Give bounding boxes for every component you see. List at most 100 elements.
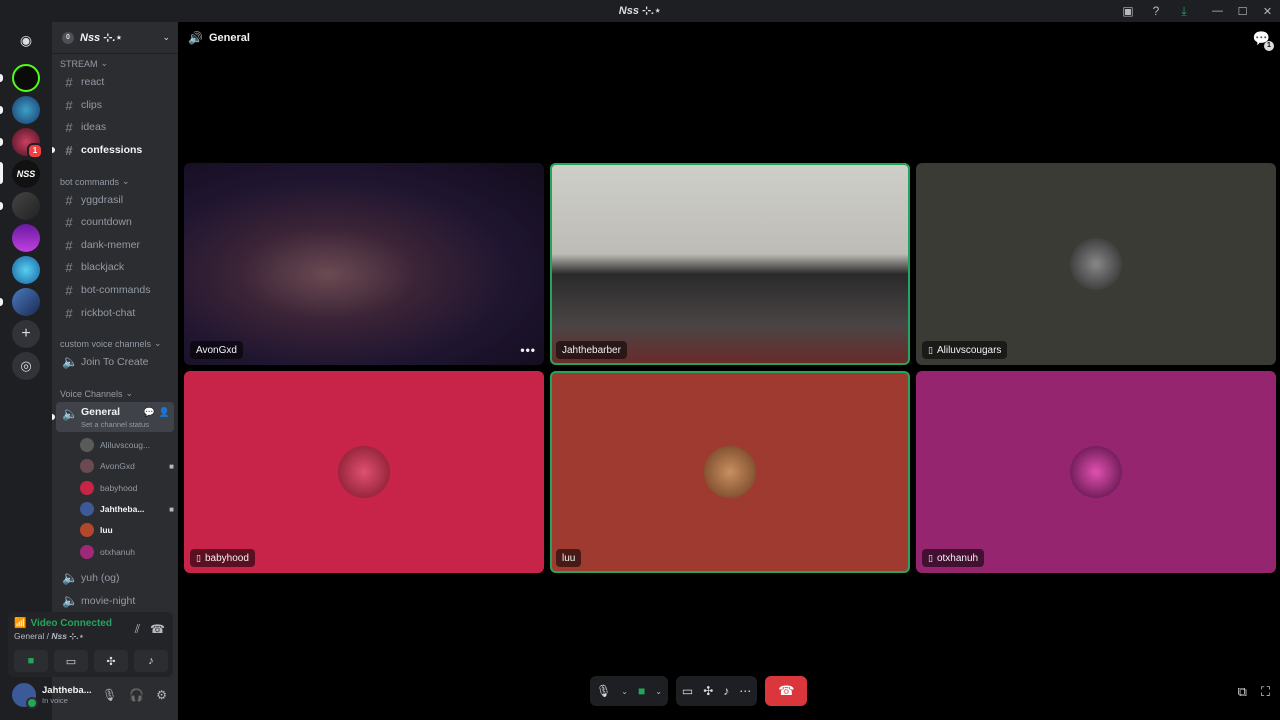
channel-rickbot-chat[interactable]: # rickbot-chat (56, 303, 174, 323)
channel-react[interactable]: # react (56, 72, 174, 92)
help-icon[interactable]: ? (1145, 0, 1167, 22)
voice-user[interactable]: Aliluvscoug... (80, 436, 174, 454)
voice-channel-yuh-og[interactable]: 🔈 yuh (og) (56, 568, 174, 588)
close-window-button[interactable]: ✕ (1255, 0, 1280, 22)
hash-icon: # (65, 214, 73, 230)
channel-join-to-create[interactable]: 🔈 Join To Create (56, 352, 174, 372)
server-8[interactable] (12, 288, 40, 316)
disconnect-icon[interactable]: ☎ (150, 622, 165, 637)
server-name: Nss ⊹.⋆ (80, 32, 123, 44)
hangup-icon: ☎ (778, 683, 795, 698)
video-tile[interactable]: Jahthebarber (550, 163, 910, 365)
server-header[interactable]: 0 Nss ⊹.⋆ ⌄ (52, 22, 178, 54)
screen-share-button[interactable]: ▭ (54, 650, 88, 672)
camera-button[interactable]: ■ (14, 650, 48, 672)
voice-user[interactable]: Jahtheba... ■ (80, 500, 174, 518)
participant-avatar (1070, 238, 1122, 290)
channel-bot-commands[interactable]: # bot-commands (56, 280, 174, 300)
video-tile[interactable]: AvonGxd ••• (184, 163, 544, 365)
voice-user[interactable]: babyhood (80, 479, 174, 497)
voice-connection-panel: 📶 Video Connected General / Nss ⊹.⋆ ⫽ ☎ ■… (8, 612, 173, 677)
channel-countdown[interactable]: # countdown (56, 212, 174, 232)
hash-icon: # (65, 282, 73, 298)
server-6[interactable] (12, 224, 40, 252)
channel-blackjack[interactable]: # blackjack (56, 257, 174, 277)
soundboard-icon: ♪ (148, 655, 154, 667)
server-astro[interactable]: 1 (12, 128, 43, 159)
channel-ideas[interactable]: # ideas (56, 117, 174, 137)
avatar (80, 502, 94, 516)
user-avatar[interactable] (12, 683, 38, 709)
minimize-button[interactable]: — (1205, 0, 1230, 22)
discord-home-icon[interactable]: ◉ (12, 26, 40, 54)
category-stream[interactable]: STREAM ⌄ (60, 58, 108, 69)
video-tile[interactable]: ▯ babyhood (184, 371, 544, 573)
channel-yggdrasil[interactable]: # yggdrasil (56, 190, 174, 210)
explore-icon[interactable]: ◎ (12, 352, 40, 380)
connection-channel[interactable]: General / (14, 631, 51, 641)
category-custom-voice[interactable]: custom voice channels ⌄ (60, 338, 162, 349)
soundboard-icon[interactable]: ♪ (723, 684, 729, 698)
voice-channel-movie-night[interactable]: 🔈 movie-night (56, 591, 174, 611)
participant-name-tag: luu (556, 549, 582, 567)
activity-icon: ✣ (106, 655, 116, 668)
more-icon[interactable]: ⋯ (739, 684, 751, 698)
server-nss[interactable]: NSS (12, 160, 40, 188)
unread-pill (0, 298, 3, 306)
channel-dank-memer[interactable]: # dank-memer (56, 235, 174, 255)
add-server-icon[interactable]: + (12, 320, 40, 348)
camera-icon[interactable]: ■ (638, 684, 645, 698)
invite-icon[interactable]: 👤 (159, 407, 170, 418)
hangup-button[interactable]: ☎ (765, 676, 808, 706)
microphone-icon[interactable]: 🎙 (596, 684, 611, 698)
category-voice-channels[interactable]: Voice Channels ⌄ (60, 388, 133, 399)
unread-pill (0, 138, 3, 146)
gear-icon[interactable]: ⚙ (156, 688, 167, 702)
avatar (80, 438, 94, 452)
microphone-icon[interactable]: 🎙 (102, 688, 117, 702)
channel-status[interactable]: Set a channel status (81, 420, 149, 429)
chat-bubble-icon[interactable]: 💬 (144, 407, 155, 418)
voice-channel-general[interactable]: 🔈 General Set a channel status 💬 👤 (56, 402, 174, 432)
activities-button[interactable]: ✣ (94, 650, 128, 672)
selected-pill (0, 162, 3, 184)
voice-user[interactable]: otxhanuh (80, 543, 174, 561)
inbox-icon[interactable]: ▣ (1117, 0, 1139, 22)
unread-pill (0, 74, 3, 82)
video-tile[interactable]: ▯ otxhanuh (916, 371, 1276, 573)
server-5[interactable] (12, 192, 40, 220)
server-7[interactable] (12, 256, 40, 284)
signal-icon: 📶 (14, 618, 27, 629)
hash-icon: # (65, 192, 73, 208)
unread-pill (0, 202, 3, 210)
category-bot-commands[interactable]: bot commands ⌄ (60, 176, 130, 187)
chevron-down-icon[interactable]: ⌄ (655, 687, 662, 696)
server-kick[interactable] (12, 64, 40, 92)
server-vibe-out[interactable] (12, 96, 40, 124)
fullscreen-icon[interactable]: ⛶ (1261, 684, 1270, 700)
username[interactable]: Jahtheba... (42, 685, 102, 696)
video-tile[interactable]: ▯ Aliluvscougars (916, 163, 1276, 365)
voice-user[interactable]: AvonGxd ■ (80, 457, 174, 475)
channel-confessions[interactable]: # confessions (56, 140, 174, 160)
open-chat-button[interactable]: 💬 1 (1253, 30, 1274, 51)
noise-suppression-icon[interactable]: ⫽ (135, 622, 140, 637)
soundboard-button[interactable]: ♪ (134, 650, 168, 672)
headphones-icon[interactable]: 🎧 (129, 688, 144, 702)
connection-status[interactable]: Video Connected (30, 618, 112, 629)
download-icon[interactable]: ⤓ (1173, 0, 1195, 22)
speaker-icon: 🔈 (62, 570, 79, 585)
participant-avatar (1070, 446, 1122, 498)
activity-icon[interactable]: ✣ (703, 684, 713, 698)
chevron-down-icon[interactable]: ⌄ (621, 687, 628, 696)
voice-user[interactable]: luu (80, 521, 174, 539)
channel-clips[interactable]: # clips (56, 95, 174, 115)
connection-server: Nss ⊹.⋆ (51, 631, 85, 641)
screen-share-icon[interactable]: ▭ (682, 684, 693, 698)
maximize-button[interactable]: ☐ (1230, 0, 1255, 22)
popout-icon[interactable]: ⧉ (1238, 684, 1247, 700)
title-bar: Nss ⊹.⋆ ▣ ? ⤓ — ☐ ✕ (0, 0, 1280, 22)
more-icon[interactable]: ••• (520, 343, 536, 357)
avatar (80, 545, 94, 559)
video-tile[interactable]: luu (550, 371, 910, 573)
